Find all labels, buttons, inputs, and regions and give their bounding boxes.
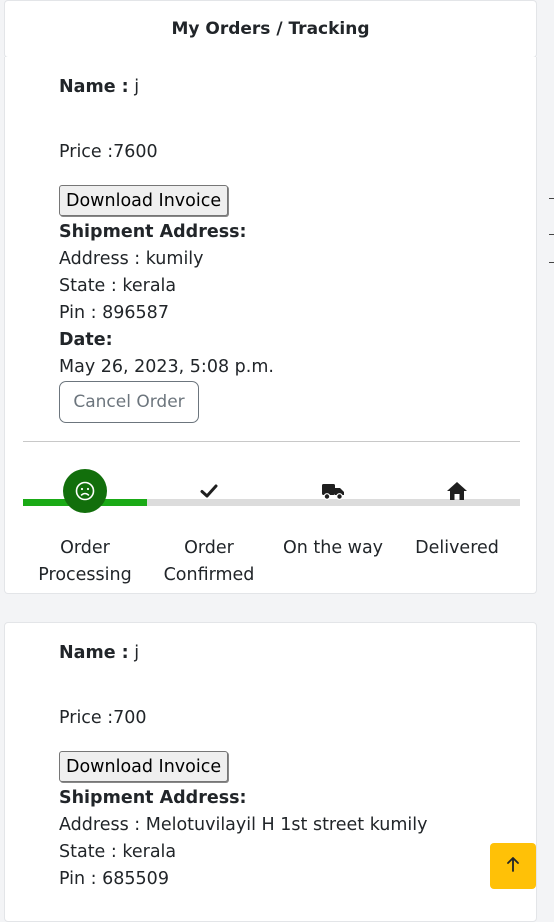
download-invoice-button[interactable]: Download Invoice	[59, 185, 229, 216]
order-card: Name : j Price :700 Download Invoice Shi…	[4, 622, 537, 922]
page-header: My Orders / Tracking	[4, 0, 537, 58]
scrollbar-tick	[549, 262, 554, 263]
name-label: Name :	[59, 643, 129, 663]
download-invoice-button[interactable]: Download Invoice	[59, 751, 229, 782]
order-price: Price :700	[59, 708, 147, 728]
divider	[23, 441, 520, 442]
step-label: On the way	[282, 538, 384, 558]
home-icon	[435, 469, 479, 513]
step-delivered: Delivered	[395, 469, 519, 562]
step-on-the-way: On the way	[271, 469, 395, 562]
step-label: Order Processing	[38, 538, 132, 585]
step-order-confirmed: Order Confirmed	[147, 469, 271, 589]
shipment-address-heading: Shipment Address:	[59, 222, 247, 242]
page-title: My Orders / Tracking	[171, 19, 370, 39]
order-card: Name : j Price :7600 Download Invoice Sh…	[4, 57, 537, 594]
name-value: j	[134, 643, 140, 663]
customer-name: Name : j	[59, 77, 139, 97]
shipment-pin: Pin : 685509	[59, 869, 169, 889]
arrow-up-icon	[506, 856, 520, 877]
step-label: Order Confirmed	[163, 538, 255, 585]
customer-name: Name : j	[59, 643, 139, 663]
check-icon	[187, 469, 231, 513]
step-order-processing: Order Processing	[23, 469, 147, 589]
order-date: May 26, 2023, 5:08 p.m.	[59, 357, 274, 377]
name-label: Name :	[59, 77, 129, 97]
shipment-state: State : kerala	[59, 276, 177, 296]
sad-face-icon	[63, 469, 107, 513]
name-value: j	[134, 77, 140, 97]
date-heading: Date:	[59, 330, 113, 350]
cancel-order-button[interactable]: Cancel Order	[59, 381, 199, 423]
scrollbar-tick	[549, 234, 554, 235]
step-label: Delivered	[415, 538, 499, 558]
shipment-address: Address : kumily	[59, 249, 204, 269]
scroll-to-top-button[interactable]	[490, 843, 536, 889]
truck-icon	[311, 469, 355, 513]
scrollbar-tick	[549, 198, 554, 199]
shipment-pin: Pin : 896587	[59, 303, 169, 323]
shipment-address-heading: Shipment Address:	[59, 788, 247, 808]
shipment-address: Address : Melotuvilayil H 1st street kum…	[59, 815, 428, 835]
shipment-state: State : kerala	[59, 842, 177, 862]
order-price: Price :7600	[59, 142, 158, 162]
